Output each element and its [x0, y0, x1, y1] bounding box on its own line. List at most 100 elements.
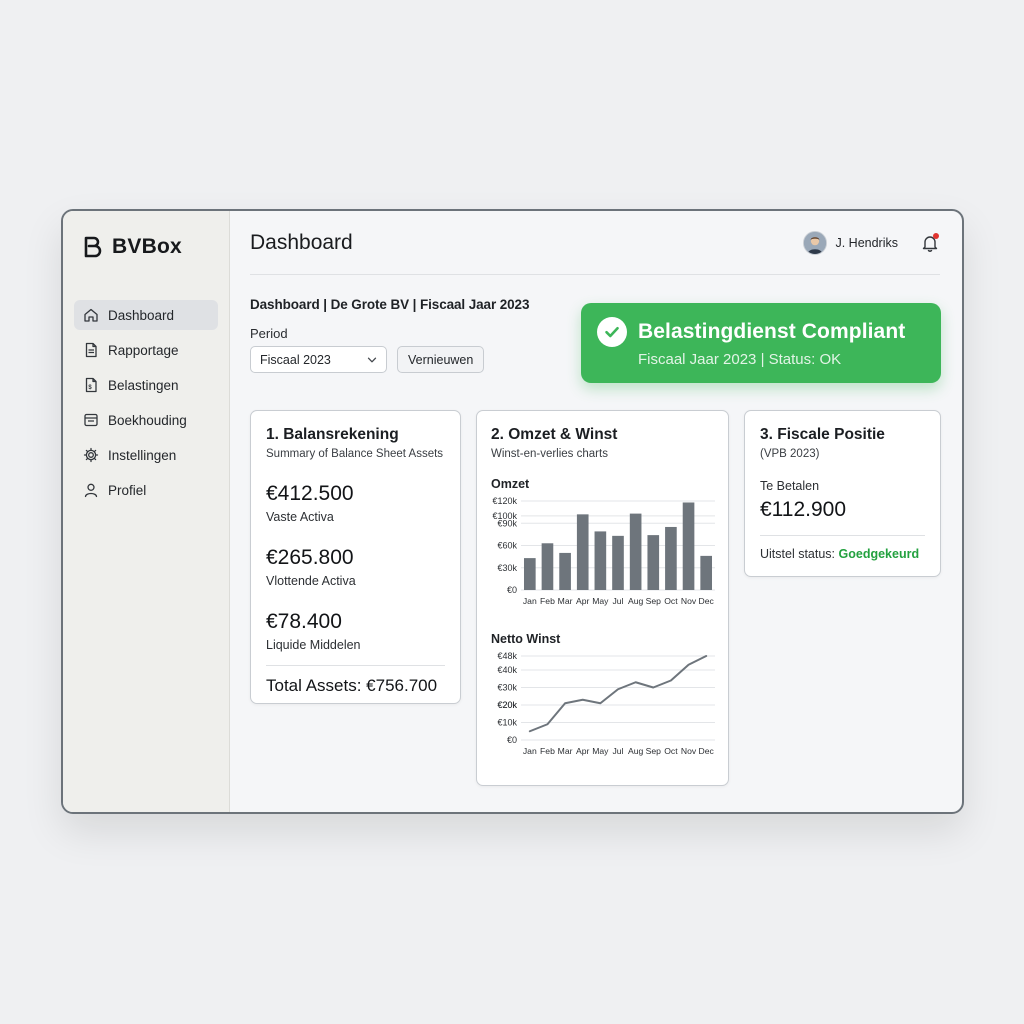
- tax-file-icon: $: [85, 377, 97, 393]
- total-assets: Total Assets: €756.700: [266, 676, 438, 695]
- balance-card-title: 1. Balansrekening: [266, 426, 399, 443]
- x-tick-label: Feb: [540, 746, 555, 756]
- divider: [760, 535, 925, 536]
- x-tick-label: Aug: [628, 596, 644, 606]
- x-tick-label: Apr: [576, 596, 590, 606]
- x-tick-label: Sep: [646, 746, 662, 756]
- bar: [612, 535, 624, 590]
- x-tick-label: Dec: [699, 746, 715, 756]
- brand[interactable]: BVBox: [74, 233, 218, 261]
- bar: [682, 502, 695, 590]
- bar: [523, 558, 536, 590]
- y-tick-label: €20k: [497, 700, 517, 710]
- sidebar-item-boekhouding[interactable]: Boekhouding: [74, 405, 218, 435]
- asset-amount: €412.500: [266, 482, 354, 505]
- omzet-bar-chart: €0€30k€60k€90k€100k€120kJan Feb Mar Apr May J…: [492, 496, 715, 606]
- gear-icon: [83, 447, 99, 463]
- x-tick-label: Nov: [681, 746, 697, 756]
- deferral-status: Uitstel status: Goedgekeurd: [760, 547, 925, 561]
- x-tick-label: Jan: [523, 596, 537, 606]
- bar: [576, 514, 589, 590]
- sidebar-item-rapportage[interactable]: Rapportage: [74, 335, 218, 365]
- app-window: BVBox Dashboard Rapportage $ Belastingen…: [61, 209, 964, 814]
- sidebar-item-profiel[interactable]: Profiel: [74, 475, 218, 505]
- fiscal-card-subtitle: (VPB 2023): [760, 448, 820, 460]
- x-tick-label: Jul: [613, 746, 624, 756]
- bar: [541, 543, 554, 590]
- x-tick-label: May: [592, 746, 609, 756]
- deferral-label: Uitstel status:: [760, 547, 836, 561]
- divider: [266, 665, 445, 666]
- bar: [647, 535, 660, 590]
- svg-text:$: $: [88, 385, 92, 391]
- user-name[interactable]: J. Hendriks: [835, 236, 898, 250]
- y-tick-label: €0: [507, 585, 517, 595]
- brand-name: BVBox: [112, 235, 182, 258]
- y-tick-label: €40k: [497, 665, 517, 675]
- check-circle-icon: [597, 317, 627, 347]
- compliance-subtitle: Fiscaal Jaar 2023 | Status: OK: [638, 351, 842, 368]
- compliance-title: Belastingdienst Compliant: [638, 320, 906, 343]
- y-tick-label: €60k: [497, 541, 517, 551]
- x-tick-label: Jul: [613, 596, 624, 606]
- header: Dashboard J. Hendriks: [250, 211, 940, 275]
- y-tick-label: €30k: [497, 683, 517, 693]
- compliance-banner: Belastingdienst Compliant Fiscaal Jaar 2…: [581, 303, 941, 383]
- x-tick-label: May: [592, 596, 609, 606]
- x-tick-label: Mar: [558, 596, 573, 606]
- x-tick-label: Oct: [664, 596, 678, 606]
- x-tick-label: Sep: [646, 596, 662, 606]
- notification-button[interactable]: [920, 232, 940, 253]
- omzet-chart-title: Omzet: [491, 477, 530, 491]
- bar: [559, 552, 571, 590]
- avatar[interactable]: [803, 230, 828, 255]
- x-tick-label: Oct: [664, 746, 678, 756]
- avatar-icon: [804, 231, 827, 254]
- asset-label: Liquide Middelen: [266, 638, 361, 652]
- sidebar-item-label: Instellingen: [108, 447, 177, 463]
- asset-label: Vlottende Activa: [266, 574, 356, 588]
- y-tick-label: €120k: [492, 496, 517, 506]
- main-content: Dashboard J. Hendriks Dashboard | De Gro…: [230, 211, 962, 812]
- asset-amount: €265.800: [266, 546, 354, 569]
- sidebar-item-label: Profiel: [108, 482, 147, 498]
- sidebar-nav: Dashboard Rapportage $ Belastingen Boekh…: [74, 300, 218, 505]
- fiscal-card: 3. Fiscale Positie (VPB 2023) Te Betalen…: [744, 410, 941, 577]
- fiscal-card-title: 3. Fiscale Positie: [760, 426, 885, 443]
- sidebar-item-instellingen[interactable]: Instellingen: [74, 440, 218, 470]
- x-tick-label: Mar: [558, 746, 573, 756]
- x-tick-label: Feb: [540, 596, 555, 606]
- x-tick-label: Jan: [523, 746, 537, 756]
- winst-series-line: [528, 655, 708, 733]
- asset-label: Vaste Activa: [266, 510, 334, 524]
- sidebar-item-belastingen[interactable]: $ Belastingen: [74, 370, 218, 400]
- y-tick-label: €48k: [497, 651, 517, 661]
- notification-dot: [933, 232, 939, 239]
- y-tick-label: €0: [507, 735, 517, 745]
- sidebar-item-dashboard[interactable]: Dashboard: [74, 300, 218, 330]
- sidebar-item-label: Boekhouding: [108, 412, 187, 428]
- winst-line-chart: €0€10k€20k€20k€30k€40k€48kJan Feb Mar Apr Ma…: [497, 651, 715, 756]
- sidebar-item-label: Dashboard: [108, 307, 175, 323]
- omzet-card-title: 2. Omzet & Winst: [491, 426, 618, 443]
- sidebar: BVBox Dashboard Rapportage $ Belastingen…: [63, 211, 230, 812]
- period-select[interactable]: Fiscaal 2023: [250, 346, 387, 373]
- winst-chart-title: Netto Winst: [491, 632, 561, 646]
- bar: [594, 531, 607, 590]
- due-label: Te Betalen: [760, 479, 820, 493]
- chevron-down-icon: [367, 357, 377, 362]
- user-icon: [84, 483, 98, 498]
- period-select-value: Fiscaal 2023: [260, 352, 331, 367]
- bar: [700, 555, 713, 590]
- y-tick-label: €100k: [492, 511, 517, 521]
- asset-item-vlottende-activa: €265.800 Vlottende Activa: [266, 546, 445, 588]
- asset-item-liquide-middelen: €78.400 Liquide Middelen: [266, 610, 445, 652]
- bar: [629, 513, 642, 590]
- sidebar-item-label: Belastingen: [108, 377, 179, 393]
- refresh-button[interactable]: Vernieuwen: [397, 346, 485, 373]
- ledger-icon: [84, 413, 98, 427]
- asset-item-vaste-activa: €412.500 Vaste Activa: [266, 482, 445, 524]
- sidebar-item-label: Rapportage: [108, 342, 179, 358]
- home-icon: [84, 308, 98, 322]
- y-tick-label: €30k: [497, 563, 517, 573]
